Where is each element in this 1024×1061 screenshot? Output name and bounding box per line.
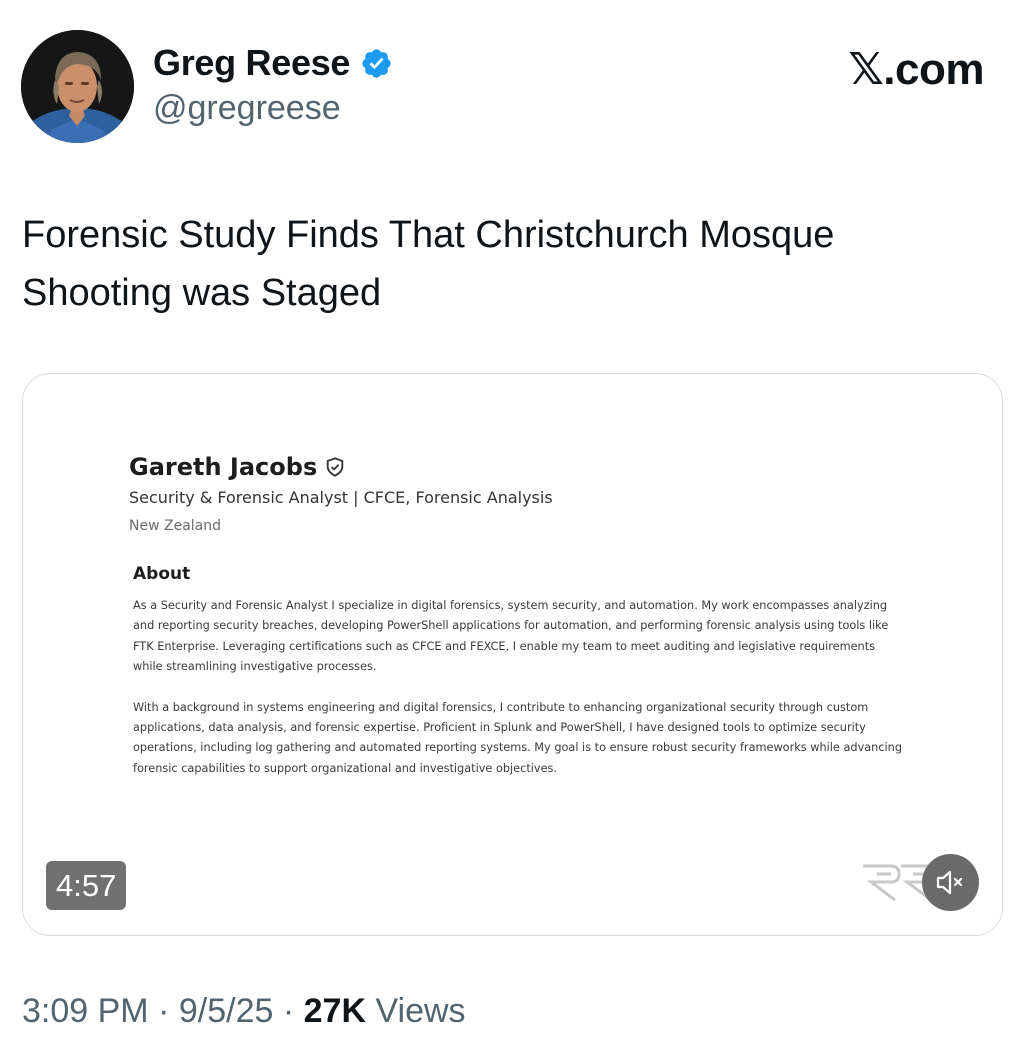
video-frame-profile-card: Gareth Jacobs Security & Forensic Analys… xyxy=(129,450,902,779)
profile-about-heading: About xyxy=(133,564,191,584)
author-name-row[interactable]: Greg Reese xyxy=(153,40,393,86)
views-count: 27K xyxy=(303,992,366,1030)
video-player[interactable]: Gareth Jacobs Security & Forensic Analys… xyxy=(22,373,1003,936)
profile-name-row: Gareth Jacobs xyxy=(129,450,899,484)
tweet-time[interactable]: 3:09 PM xyxy=(22,992,149,1030)
mute-button[interactable] xyxy=(922,854,979,911)
tweet-text: Forensic Study Finds That Christchurch M… xyxy=(22,214,835,314)
profile-about-paragraph: As a Security and Forensic Analyst I spe… xyxy=(133,599,889,674)
profile-about-paragraph: With a background in systems engineering… xyxy=(133,700,903,775)
profile-photo xyxy=(21,30,134,143)
tweet-date[interactable]: 9/5/25 xyxy=(179,992,274,1030)
tweet-meta: 3:09 PM · 9/5/25 · 27K Views xyxy=(22,992,466,1031)
profile-name: Gareth Jacobs xyxy=(129,453,318,481)
author-display-name[interactable]: Greg Reese xyxy=(153,42,350,84)
meta-separator: · xyxy=(282,992,295,1030)
author-handle[interactable]: @gregreese xyxy=(153,89,341,128)
speaker-muted-icon xyxy=(936,870,963,895)
author-avatar[interactable] xyxy=(21,30,134,143)
x-brand-logo: 𝕏.com xyxy=(848,45,984,94)
meta-separator: · xyxy=(158,992,170,1030)
views-label: Views xyxy=(375,992,466,1030)
profile-headline: Security & Forensic Analyst | CFCE, Fore… xyxy=(129,488,553,507)
video-duration-badge: 4:57 xyxy=(46,861,127,910)
verified-badge-icon[interactable] xyxy=(360,47,393,80)
shield-check-icon xyxy=(324,456,346,478)
profile-location: New Zealand xyxy=(129,518,221,534)
